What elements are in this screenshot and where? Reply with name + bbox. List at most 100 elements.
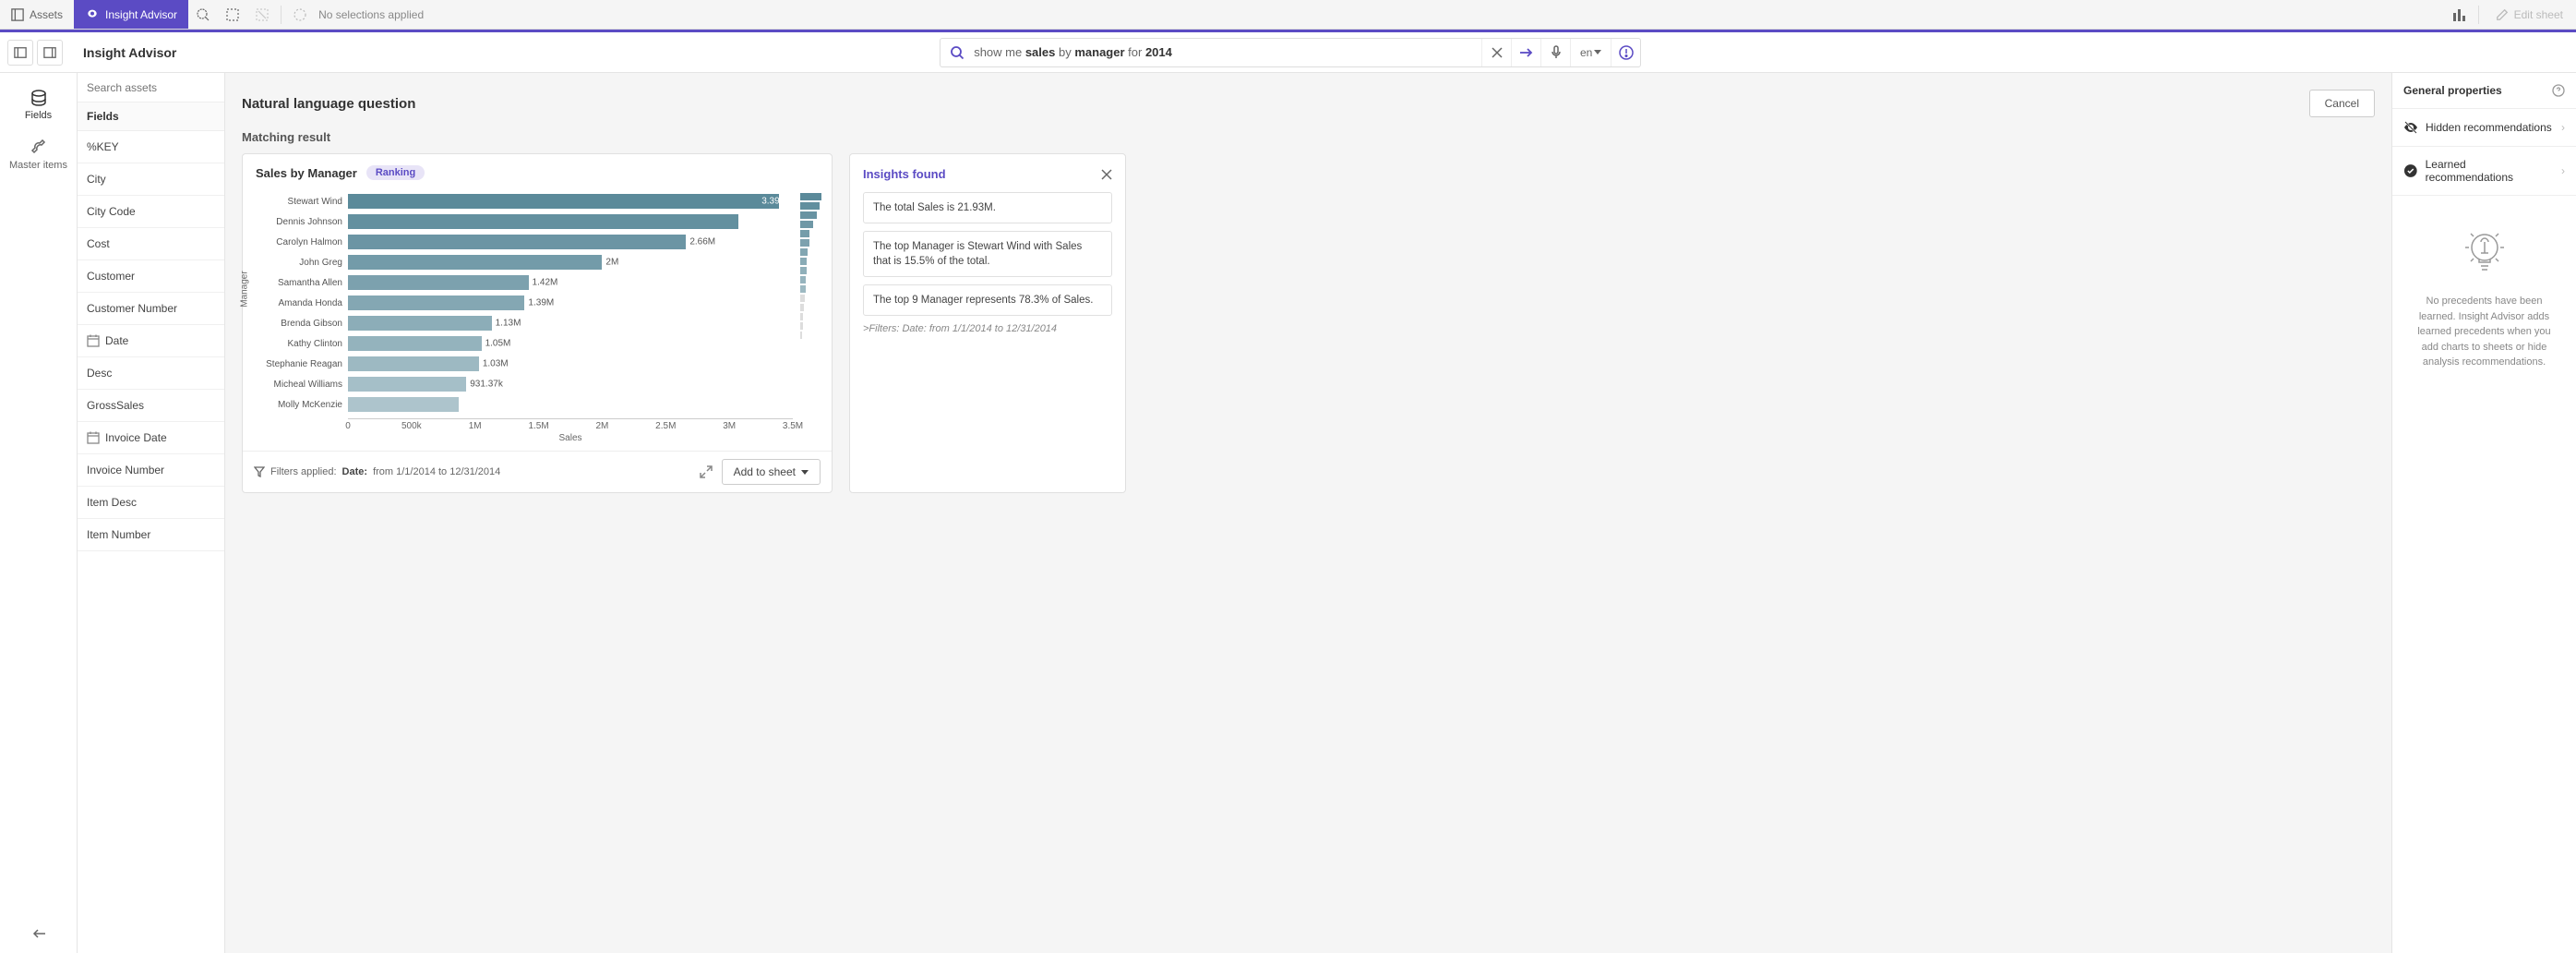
minimap-bar	[800, 202, 820, 210]
chart-card: Sales by Manager Ranking Manager Stewart…	[242, 153, 833, 493]
bar-value-label: 3.39M	[761, 197, 787, 207]
bar-row[interactable]: John Greg2M	[263, 252, 793, 272]
fields-search-input[interactable]	[87, 81, 215, 94]
insights-filters-note: >Filters: Date: from 1/1/2014 to 12/31/2…	[863, 323, 1112, 334]
header-row: Insight Advisor show me sales by manager…	[0, 32, 2576, 73]
minimap-bar	[800, 230, 809, 237]
minimap-bar	[800, 248, 808, 256]
grid-icon[interactable]	[2445, 0, 2474, 30]
bar-row[interactable]: Kathy Clinton1.05M	[263, 333, 793, 354]
bar-value-label: 1.03M	[483, 359, 509, 369]
bar-value-label: 3.07M	[761, 217, 787, 227]
minimap-bar	[800, 304, 804, 311]
insight-advisor-button[interactable]: Insight Advisor	[74, 0, 188, 29]
chart-minimap[interactable]	[800, 191, 822, 449]
x-tick: 1.5M	[528, 421, 548, 431]
fields-panel: Fields %KEYCityCity CodeCostCustomerCust…	[78, 73, 225, 953]
minimap-bar	[800, 295, 805, 302]
content-area: Natural language question Cancel Matchin…	[225, 73, 2391, 953]
selections-back-icon[interactable]	[285, 0, 315, 30]
minimap-bar	[800, 221, 813, 228]
fields-search[interactable]	[78, 73, 224, 103]
bar-row[interactable]: Stephanie Reagan1.03M	[263, 354, 793, 374]
bar-category-label: Stewart Wind	[263, 197, 348, 207]
x-tick: 3.5M	[783, 421, 803, 431]
x-tick: 2M	[595, 421, 608, 431]
minimap-bar	[800, 211, 817, 219]
field-item[interactable]: Item Desc	[78, 487, 224, 519]
bar-value-label: 1.39M	[528, 298, 554, 308]
edit-sheet-label: Edit sheet	[2514, 8, 2563, 21]
bar-row[interactable]: Amanda Honda1.39M	[263, 293, 793, 313]
learned-recommendations-row[interactable]: Learned recommendations ›	[2392, 147, 2576, 196]
help-icon[interactable]	[1611, 39, 1640, 66]
matching-result-title: Matching result	[242, 130, 2375, 144]
mic-icon[interactable]	[1540, 39, 1570, 66]
expand-icon[interactable]	[700, 465, 713, 478]
insights-card: Insights found The total Sales is 21.93M…	[849, 153, 1126, 493]
field-item[interactable]: Invoice Date	[78, 422, 224, 454]
field-item[interactable]: GrossSales	[78, 390, 224, 422]
field-item[interactable]: Customer Number	[78, 293, 224, 325]
edit-sheet-button[interactable]: Edit sheet	[2483, 0, 2576, 29]
field-item[interactable]: City Code	[78, 196, 224, 228]
nl-search-box[interactable]: show me sales by manager for 2014 en	[940, 38, 1641, 67]
close-insights-icon[interactable]	[1101, 169, 1112, 180]
minimap-bar	[800, 313, 803, 320]
right-panel-toggle[interactable]	[37, 40, 63, 66]
field-item[interactable]: Item Number	[78, 519, 224, 551]
chart-plot[interactable]: Manager Stewart Wind3.39MDennis Johnson3…	[248, 191, 793, 449]
bar-row[interactable]: Micheal Williams931.37k	[263, 374, 793, 394]
calendar-icon	[87, 431, 100, 444]
minimap-bar	[800, 239, 809, 247]
field-item[interactable]: Date	[78, 325, 224, 357]
general-properties-header: General properties	[2392, 73, 2576, 109]
selection-clear-icon[interactable]	[247, 0, 277, 30]
rail-fields[interactable]: Fields	[0, 80, 77, 130]
bar-row[interactable]: Dennis Johnson3.07M	[263, 211, 793, 232]
left-rail: Fields Master items	[0, 73, 78, 953]
cancel-button[interactable]: Cancel	[2309, 90, 2375, 117]
bar-row[interactable]: Brenda Gibson 1.13M	[263, 313, 793, 333]
field-item[interactable]: Desc	[78, 357, 224, 390]
help-icon[interactable]	[2552, 84, 2565, 97]
clear-search-icon[interactable]	[1481, 39, 1511, 66]
selection-marquee-icon[interactable]	[218, 0, 247, 30]
lightbulb-icon	[2460, 223, 2510, 279]
bar-row[interactable]: Stewart Wind 3.39M	[263, 191, 793, 211]
insights-title: Insights found	[863, 167, 946, 181]
minimap-bar	[800, 276, 806, 283]
collapse-rail-icon[interactable]	[30, 914, 47, 953]
rail-master-items[interactable]: Master items	[0, 130, 77, 180]
bar-row[interactable]: Samantha Allen1.42M	[263, 272, 793, 293]
bar-row[interactable]: Carolyn Halmon2.66M	[263, 232, 793, 252]
hidden-recommendations-row[interactable]: Hidden recommendations ›	[2392, 109, 2576, 147]
calendar-icon	[87, 334, 100, 347]
submit-arrow-icon[interactable]	[1511, 39, 1540, 66]
assets-button[interactable]: Assets	[0, 0, 74, 29]
language-selector[interactable]: en	[1570, 39, 1611, 66]
bar-category-label: Kathy Clinton	[263, 339, 348, 349]
bar-value-label: 1.13M	[496, 319, 521, 329]
toolbar-separator	[2478, 6, 2479, 24]
bar-category-label: Micheal Williams	[263, 380, 348, 390]
field-item[interactable]: %KEY	[78, 131, 224, 163]
bar-category-label: Brenda Gibson	[263, 319, 348, 329]
minimap-bar	[800, 193, 821, 200]
search-text[interactable]: show me sales by manager for 2014	[974, 45, 1481, 59]
smart-search-icon[interactable]	[188, 0, 218, 30]
chevron-right-icon: ›	[2561, 121, 2565, 134]
add-to-sheet-button[interactable]: Add to sheet	[722, 459, 821, 485]
left-panel-toggle[interactable]	[7, 40, 33, 66]
eye-off-icon	[2403, 120, 2418, 135]
filters-applied: Filters applied: Date: from 1/1/2014 to …	[254, 466, 500, 477]
field-item[interactable]: Cost	[78, 228, 224, 260]
field-item[interactable]: City	[78, 163, 224, 196]
bar-category-label: John Greg	[263, 258, 348, 268]
right-rail: General properties Hidden recommendation…	[2391, 73, 2576, 953]
chevron-down-icon	[801, 470, 809, 475]
bar-row[interactable]: Molly McKenzie	[263, 394, 793, 415]
no-selections-label: No selections applied	[315, 8, 424, 21]
field-item[interactable]: Invoice Number	[78, 454, 224, 487]
field-item[interactable]: Customer	[78, 260, 224, 293]
